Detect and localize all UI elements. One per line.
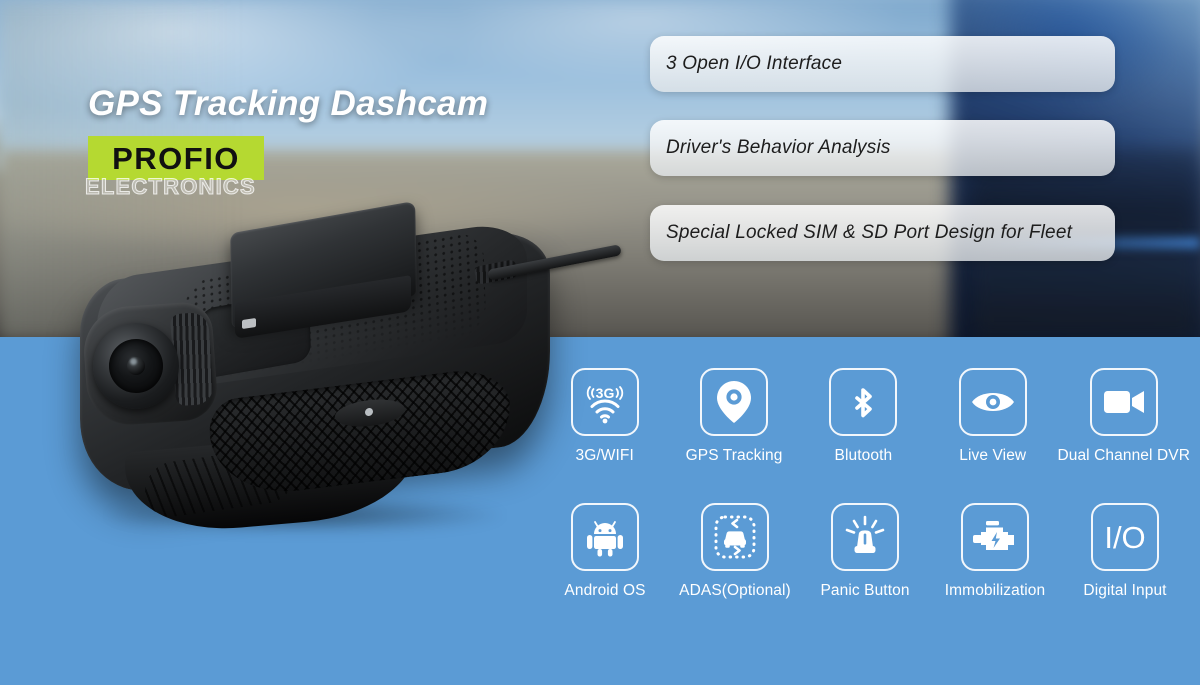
feature-item-immobilization[interactable]: Immobilization xyxy=(930,503,1060,623)
feature-item-live-view[interactable]: Live View xyxy=(928,368,1057,488)
android-icon xyxy=(571,503,639,571)
feature-icon-label: Panic Button xyxy=(820,582,910,599)
map-pin-icon xyxy=(700,368,769,436)
dashcam-lens-glint xyxy=(130,358,137,365)
feature-icon-label: Live View xyxy=(959,447,1027,464)
feature-item-android-os[interactable]: Android OS xyxy=(540,503,670,623)
eye-icon xyxy=(958,368,1027,436)
feature-item-panic-button[interactable]: Panic Button xyxy=(800,503,930,623)
bluetooth-icon xyxy=(829,368,898,436)
feature-icon-label: ADAS(Optional) xyxy=(679,582,791,599)
feature-icon-label: GPS Tracking xyxy=(685,447,783,464)
feature-icon-row: 3G 3G/WIFI GPS Tracking Blutooth Live Vi… xyxy=(540,368,1190,488)
feature-pill: 3 Open I/O Interface xyxy=(650,36,1115,92)
feature-pill-label: Special Locked SIM & SD Port Design for … xyxy=(666,222,1073,243)
engine-bolt-icon xyxy=(961,503,1029,571)
feature-icon-label: Android OS xyxy=(564,582,646,599)
io-text-icon: I/O xyxy=(1091,503,1159,571)
feature-icon-label: Digital Input xyxy=(1083,582,1167,599)
brand-logo-subtitle: ELECTRONICS xyxy=(85,174,256,199)
feature-pill: Driver's Behavior Analysis xyxy=(650,120,1115,176)
feature-item-bluetooth[interactable]: Blutooth xyxy=(799,368,928,488)
feature-icon-grid: 3G 3G/WIFI GPS Tracking Blutooth Live Vi… xyxy=(540,368,1190,638)
feature-item-digital-input[interactable]: I/O Digital Input xyxy=(1060,503,1190,623)
adas-car-icon xyxy=(701,503,769,571)
feature-item-dual-channel-dvr[interactable]: Dual Channel DVR xyxy=(1057,368,1190,488)
feature-icon-label: Immobilization xyxy=(944,582,1046,599)
video-camera-icon xyxy=(1089,368,1158,436)
feature-icon-label: 3G/WIFI xyxy=(575,447,634,464)
feature-item-3g-wifi[interactable]: 3G 3G/WIFI xyxy=(540,368,669,488)
feature-item-adas[interactable]: ADAS(Optional) xyxy=(670,503,800,623)
feature-pill-label: 3 Open I/O Interface xyxy=(666,53,843,74)
feature-pill: Special Locked SIM & SD Port Design for … xyxy=(650,205,1115,261)
3g-wifi-icon: 3G xyxy=(570,368,639,436)
feature-item-gps-tracking[interactable]: GPS Tracking xyxy=(669,368,798,488)
page-title: GPS Tracking Dashcam xyxy=(88,84,489,123)
svg-text:I/O: I/O xyxy=(1104,520,1145,555)
feature-icon-label: Dual Channel DVR xyxy=(1057,447,1190,464)
dashcam-product-image xyxy=(35,200,622,538)
svg-text:3G: 3G xyxy=(595,385,614,401)
siren-icon xyxy=(831,503,899,571)
feature-icon-row: Android OS ADAS(Optional) Panic Button I… xyxy=(540,503,1190,623)
feature-icon-label: Blutooth xyxy=(834,447,893,464)
feature-pill-label: Driver's Behavior Analysis xyxy=(666,137,891,158)
product-banner: GPS Tracking Dashcam PROFIO ELECTRONICS … xyxy=(0,0,1200,685)
